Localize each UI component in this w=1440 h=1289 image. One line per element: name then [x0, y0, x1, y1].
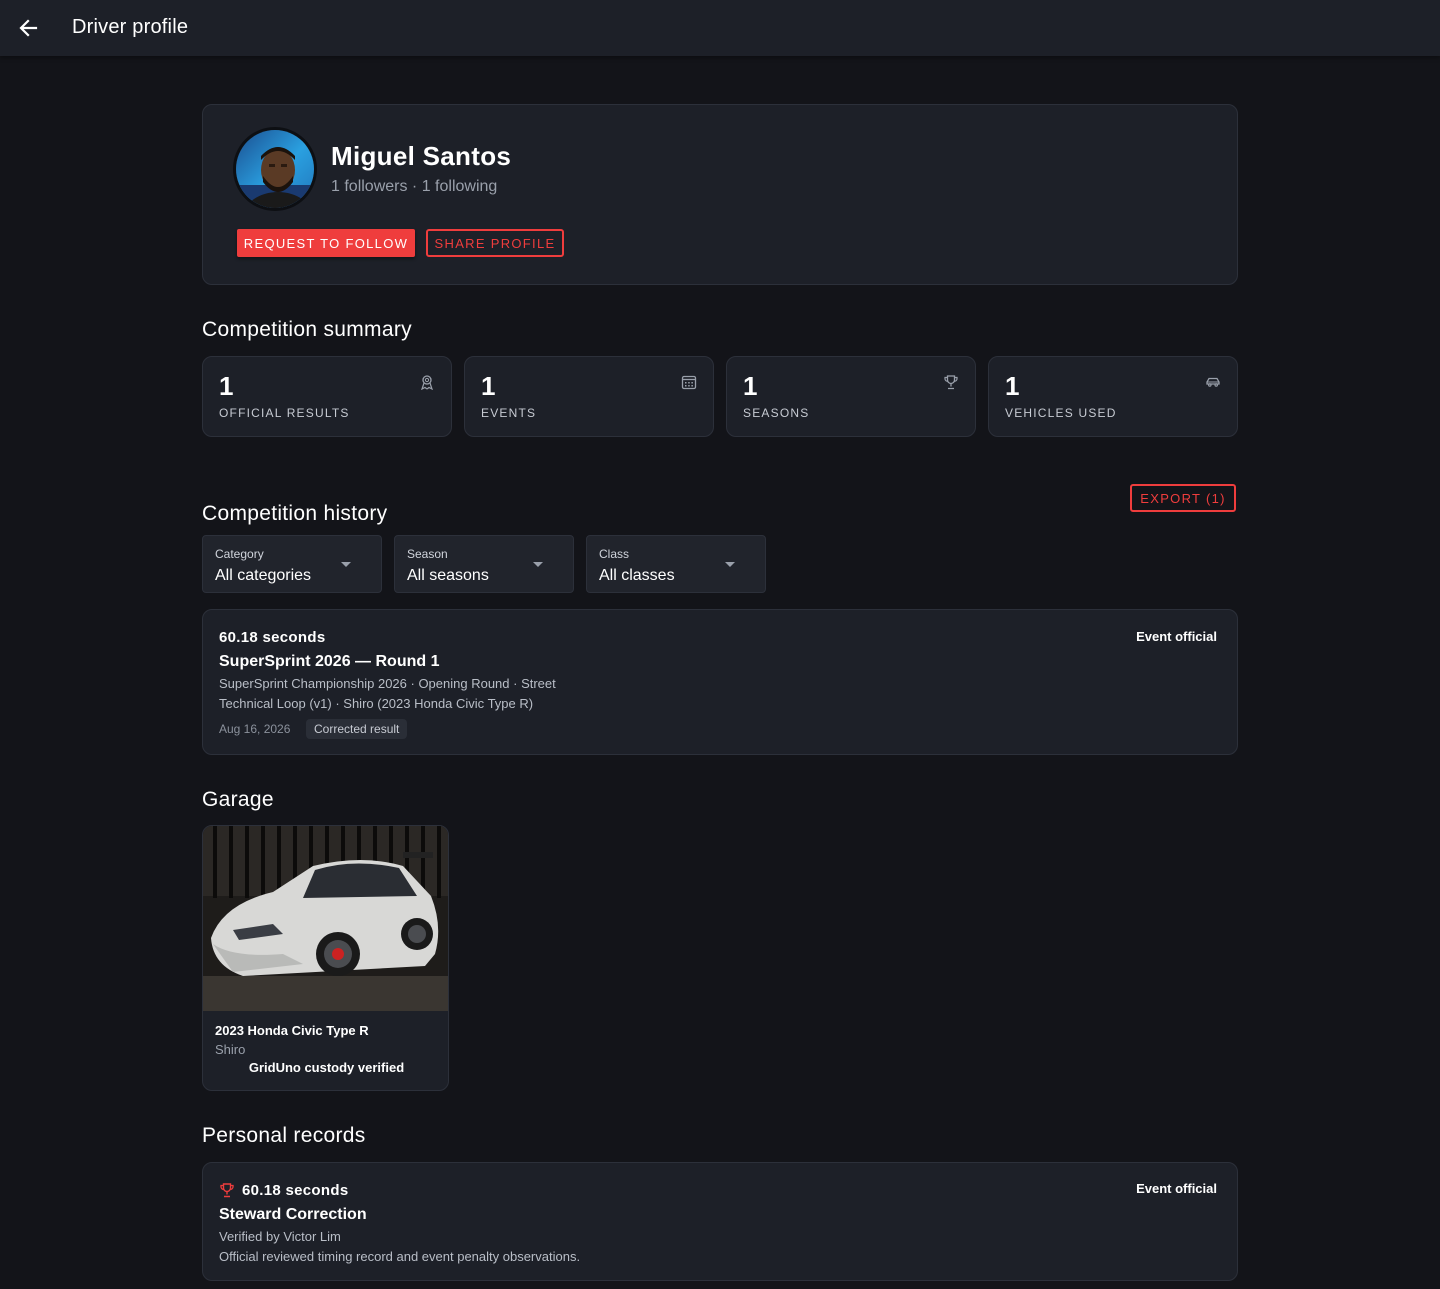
custody-verified-label: GridUno custody verified	[248, 1060, 405, 1075]
result-track-details: Technical Loop (v1) · Shiro (2023 Honda …	[219, 696, 534, 711]
record-card[interactable]: 60.18 seconds Event official Steward Cor…	[202, 1162, 1238, 1281]
share-profile-button[interactable]: SHARE PROFILE	[426, 229, 564, 257]
avatar	[233, 127, 317, 211]
competition-history-title: Competition history	[202, 502, 388, 525]
stat-events: 1 EVENTS	[464, 356, 714, 437]
dropdown-arrow-icon	[341, 562, 351, 567]
result-time: 60.18 seconds	[219, 629, 326, 646]
arrow-back-icon	[19, 19, 38, 37]
vehicle-name: 2023 Honda Civic Type R	[215, 1023, 369, 1038]
record-verified-by: Verified by Victor Lim	[219, 1229, 341, 1244]
record-time: 60.18 seconds	[242, 1182, 349, 1199]
vehicle-photo	[203, 826, 448, 1011]
stat-label: VEHICLES USED	[1005, 406, 1117, 420]
select-value: All seasons	[407, 567, 489, 584]
profile-card: Miguel Santos 1 followers · 1 following …	[202, 104, 1238, 285]
result-date: Aug 16, 2026	[219, 722, 291, 736]
stat-label: EVENTS	[481, 406, 537, 420]
stat-official-results: 1 OFFICIAL RESULTS	[202, 356, 452, 437]
export-button[interactable]: EXPORT (1)	[1130, 484, 1236, 512]
vehicle-card[interactable]: 2023 Honda Civic Type R Shiro GridUno cu…	[202, 825, 449, 1091]
page-title: Driver profile	[72, 16, 189, 38]
stat-label: OFFICIAL RESULTS	[219, 406, 350, 420]
select-value: All categories	[215, 567, 312, 584]
stat-value: 1	[743, 371, 758, 401]
profile-name: Miguel Santos	[331, 141, 512, 171]
category-select[interactable]: Category All categories	[202, 535, 382, 593]
trophy-icon	[944, 375, 958, 390]
follow-counts: 1 followers · 1 following	[331, 178, 498, 195]
class-select[interactable]: Class All classes	[586, 535, 766, 593]
event-official-badge: Event official	[1136, 629, 1217, 644]
stat-vehicles-used: 1 VEHICLES USED	[988, 356, 1238, 437]
select-label: Season	[407, 547, 448, 561]
trophy-icon	[220, 1183, 234, 1198]
record-description: Official reviewed timing record and even…	[219, 1249, 581, 1264]
result-card[interactable]: 60.18 seconds Event official SuperSprint…	[202, 609, 1238, 755]
request-to-follow-button[interactable]: REQUEST TO FOLLOW	[237, 229, 415, 257]
car-icon	[1206, 377, 1220, 387]
stat-seasons: 1 SEASONS	[726, 356, 976, 437]
result-title: SuperSprint 2026 — Round 1	[219, 653, 440, 670]
personal-records-title: Personal records	[202, 1124, 366, 1147]
record-title: Steward Correction	[219, 1206, 367, 1223]
app-bar: Driver profile	[0, 0, 1440, 56]
corrected-result-chip: Corrected result	[306, 719, 408, 739]
garage-title: Garage	[202, 788, 274, 811]
vehicle-nickname: Shiro	[215, 1042, 246, 1057]
dropdown-arrow-icon	[533, 562, 543, 567]
season-select[interactable]: Season All seasons	[394, 535, 574, 593]
award-icon	[421, 375, 433, 390]
stat-value: 1	[1005, 371, 1020, 401]
select-label: Class	[599, 547, 630, 561]
stat-label: SEASONS	[743, 406, 810, 420]
stat-value: 1	[481, 371, 496, 401]
competition-summary-title: Competition summary	[202, 318, 412, 341]
calendar-icon	[681, 375, 697, 390]
select-value: All classes	[599, 567, 675, 584]
result-event-details: SuperSprint Championship 2026 · Opening …	[219, 676, 556, 691]
stat-value: 1	[219, 371, 234, 401]
dropdown-arrow-icon	[725, 562, 735, 567]
select-label: Category	[215, 547, 264, 561]
back-button[interactable]	[14, 14, 42, 42]
event-official-badge: Event official	[1136, 1181, 1217, 1196]
